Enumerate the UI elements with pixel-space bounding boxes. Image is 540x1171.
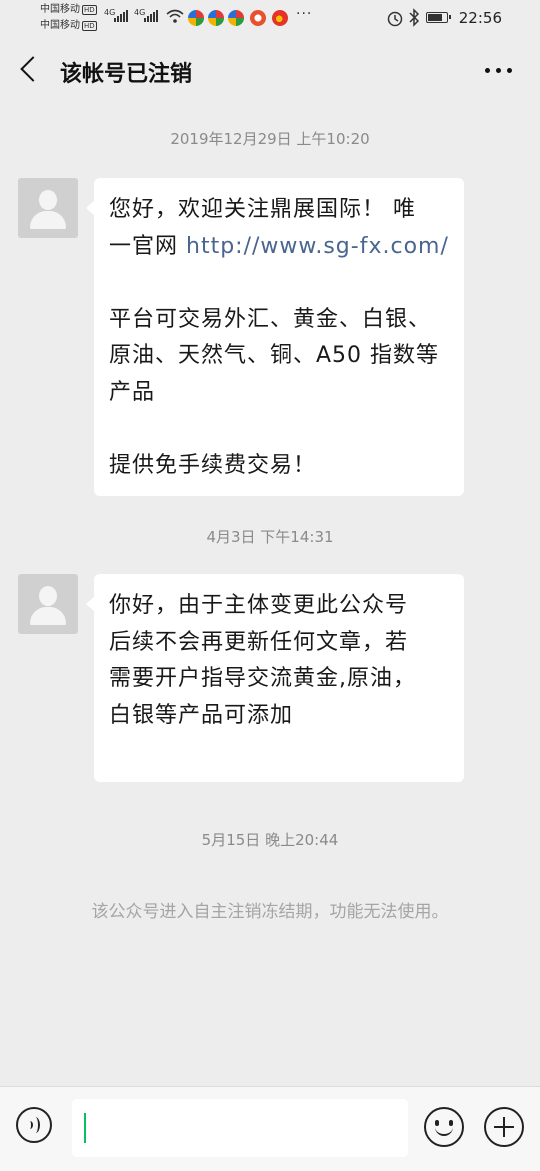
app-icon [208, 10, 224, 26]
emoji-icon[interactable] [424, 1107, 464, 1147]
app-icon [250, 10, 266, 26]
nav-header: 该帐号已注销 [0, 38, 540, 108]
chevron-left-icon[interactable] [20, 56, 46, 82]
more-dots-icon[interactable] [485, 68, 512, 73]
bluetooth-icon [409, 8, 420, 27]
message-line: 原油、天然气、铜、A50 指数等 [109, 343, 440, 368]
message-bubble[interactable]: 您好，欢迎关注鼎展国际！ 唯 一官网 http://www.sg-fx.com/… [86, 178, 464, 496]
wifi-icon [166, 9, 184, 23]
plus-icon[interactable] [484, 1107, 524, 1147]
battery-icon [426, 12, 451, 23]
voice-icon[interactable] [16, 1107, 52, 1143]
system-notice: 该公众号进入自主注销冻结期，功能无法使用。 [91, 902, 449, 922]
message-line: 产品 [109, 379, 156, 405]
message-timestamp: 2019年12月29日 上午10:20 [170, 130, 370, 148]
carrier-label-1: 中国移动 HD [40, 4, 97, 15]
message-line: 提供免手续费交易！ [109, 452, 317, 478]
status-bar: 中国移动 HD 中国移动 HD 4G 4G ··· 22:56 [0, 0, 540, 38]
avatar[interactable] [18, 574, 78, 634]
app-icon [228, 10, 244, 26]
message-timestamp: 4月3日 下午14:31 [206, 528, 334, 546]
signal-icon [114, 10, 128, 22]
avatar[interactable] [18, 178, 78, 238]
status-time: 22:56 [458, 9, 502, 27]
carrier-label-2: 中国移动 HD [40, 20, 97, 31]
system-timestamp: 5月15日 晚上20:44 [201, 831, 339, 849]
app-icon [188, 10, 204, 26]
message-input[interactable] [72, 1099, 408, 1157]
weibo-icon [272, 10, 288, 26]
website-link[interactable]: http://www.sg-fx.com/ [186, 234, 449, 259]
signal-icon [144, 10, 158, 22]
page-title: 该帐号已注销 [60, 62, 193, 87]
message-line: 平台可交易外汇、黄金、白银、 [109, 306, 432, 332]
input-bar [0, 1086, 540, 1171]
message-line: 白银等产品可添加 [109, 702, 294, 728]
message-line: 你好，由于主体变更此公众号 [109, 593, 409, 618]
message-bubble[interactable]: 你好，由于主体变更此公众号 后续不会再更新任何文章，若 需要开户指导交流黄金,原… [86, 574, 464, 782]
more-notifications-icon: ··· [296, 6, 313, 22]
message-line: 一官网 http://www.sg-fx.com/ [109, 233, 449, 259]
message-line: 后续不会再更新任何文章，若 [109, 629, 409, 655]
alarm-icon [387, 11, 403, 27]
text-caret [84, 1113, 86, 1143]
message-line: 需要开户指导交流黄金,原油， [109, 666, 416, 691]
message-line: 您好，欢迎关注鼎展国际！ 唯 [109, 197, 416, 222]
